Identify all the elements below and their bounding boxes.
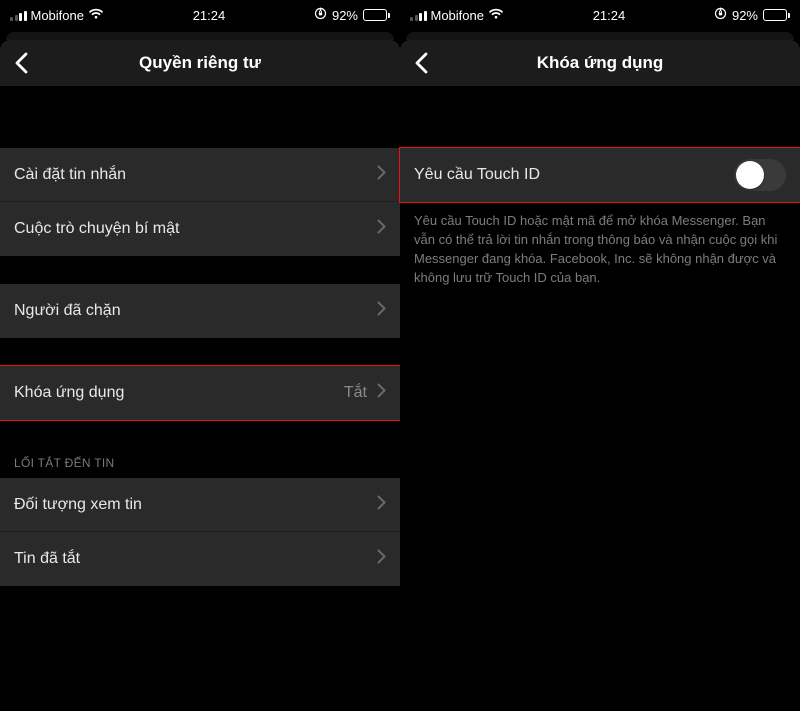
- row-value: Tắt: [344, 384, 367, 402]
- screen-app-lock: Mobifone 21:24 92% Khóa ứng dụng: [400, 0, 800, 711]
- battery-icon: [763, 9, 790, 21]
- carrier-label: Mobifone: [31, 8, 84, 23]
- row-label: Cài đặt tin nhắn: [14, 166, 377, 184]
- status-bar: Mobifone 21:24 92%: [0, 0, 400, 30]
- sheet-handle: [0, 30, 400, 40]
- group-messages: Cài đặt tin nhắn Cuộc trò chuyện bí mật: [0, 148, 400, 256]
- wifi-icon: [488, 8, 504, 23]
- carrier-label: Mobifone: [431, 8, 484, 23]
- row-label: Cuộc trò chuyện bí mật: [14, 220, 377, 238]
- row-label: Đối tượng xem tin: [14, 496, 377, 514]
- chevron-right-icon: [377, 219, 386, 239]
- battery-icon: [363, 9, 390, 21]
- page-title: Quyền riêng tư: [139, 53, 261, 73]
- wifi-icon: [88, 8, 104, 23]
- chevron-left-icon: [14, 52, 28, 74]
- cellular-signal-icon: [10, 9, 27, 21]
- page-title: Khóa ứng dụng: [537, 53, 664, 73]
- touchid-description: Yêu cầu Touch ID hoặc mật mã để mở khóa …: [400, 202, 800, 287]
- back-button[interactable]: [8, 40, 34, 86]
- row-label: Khóa ứng dụng: [14, 384, 344, 402]
- row-message-settings[interactable]: Cài đặt tin nhắn: [0, 148, 400, 202]
- back-button[interactable]: [408, 40, 434, 86]
- row-stories-muted[interactable]: Tin đã tắt: [0, 532, 400, 586]
- group-touchid: Yêu cầu Touch ID: [400, 148, 800, 202]
- chevron-right-icon: [377, 495, 386, 515]
- row-require-touchid[interactable]: Yêu cầu Touch ID: [400, 148, 800, 202]
- row-secret-conversations[interactable]: Cuộc trò chuyện bí mật: [0, 202, 400, 256]
- toggle-knob: [736, 161, 764, 189]
- group-app-lock: Khóa ứng dụng Tắt: [0, 366, 400, 420]
- row-blocked-people[interactable]: Người đã chặn: [0, 284, 400, 338]
- section-header-story-shortcut: LỐI TẮT ĐẾN TIN: [0, 456, 400, 478]
- row-label: Người đã chặn: [14, 302, 377, 320]
- row-label: Tin đã tắt: [14, 550, 377, 568]
- row-app-lock[interactable]: Khóa ứng dụng Tắt: [0, 366, 400, 420]
- touchid-toggle[interactable]: [734, 159, 786, 191]
- nav-bar: Khóa ứng dụng: [400, 40, 800, 86]
- clock-label: 21:24: [193, 8, 226, 23]
- orientation-lock-icon: [314, 7, 327, 23]
- chevron-right-icon: [377, 549, 386, 569]
- screen-privacy: Mobifone 21:24 92% Quyền riêng tư: [0, 0, 400, 711]
- sheet-handle: [400, 30, 800, 40]
- group-story: Đối tượng xem tin Tin đã tắt: [0, 478, 400, 586]
- chevron-right-icon: [377, 383, 386, 403]
- nav-bar: Quyền riêng tư: [0, 40, 400, 86]
- group-blocked: Người đã chặn: [0, 284, 400, 338]
- battery-percent-label: 92%: [732, 8, 758, 23]
- chevron-left-icon: [414, 52, 428, 74]
- clock-label: 21:24: [593, 8, 626, 23]
- status-bar: Mobifone 21:24 92%: [400, 0, 800, 30]
- cellular-signal-icon: [410, 9, 427, 21]
- row-story-audience[interactable]: Đối tượng xem tin: [0, 478, 400, 532]
- orientation-lock-icon: [714, 7, 727, 23]
- battery-percent-label: 92%: [332, 8, 358, 23]
- row-label: Yêu cầu Touch ID: [414, 166, 734, 184]
- chevron-right-icon: [377, 165, 386, 185]
- chevron-right-icon: [377, 301, 386, 321]
